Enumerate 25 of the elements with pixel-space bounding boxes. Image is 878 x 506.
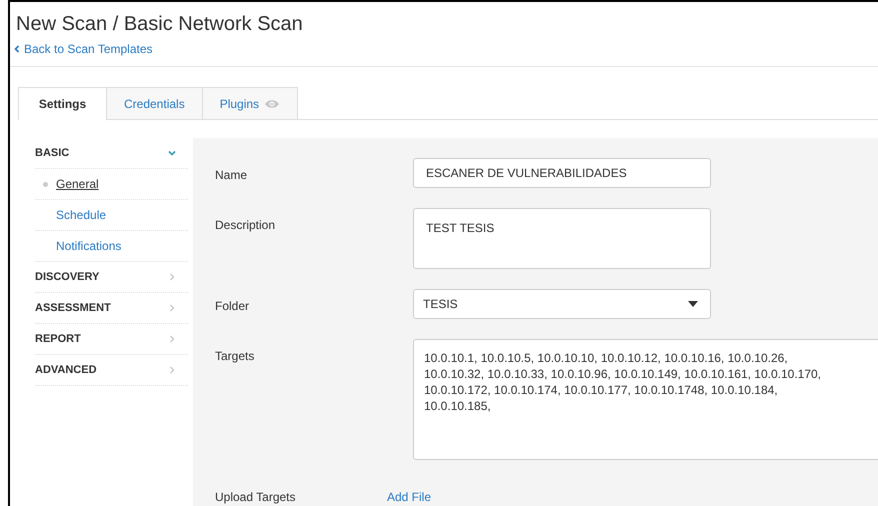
tab[interactable]: Plugins [202,87,298,119]
sidebar-item[interactable]: Schedule [35,200,188,231]
tab[interactable]: Credentials [106,87,203,119]
sidebar-section[interactable]: BASIC [35,138,188,169]
back-link[interactable]: Back to Scan Templates [14,42,153,56]
name-field[interactable]: ESCANER DE VULNERABILIDADES [413,158,711,188]
sidebar-section[interactable]: REPORT [35,324,188,355]
field-label: Folder [215,299,250,313]
sidebar-section[interactable]: ASSESSMENT [35,293,188,324]
add-file-link[interactable]: Add File [387,480,432,504]
page-title: New Scan / Basic Network Scan [16,12,303,36]
sidebar-item[interactable]: General [35,169,188,200]
caret-down-icon [688,301,698,307]
chevron-left-icon [14,45,20,53]
field-label: Targets [215,349,254,363]
field-label: Description [215,218,276,232]
description-field[interactable]: TEST TESIS [413,208,711,269]
field-label: Name [215,168,248,182]
sidebar-item[interactable]: Notifications [35,231,188,262]
field-label: Upload Targets [215,490,296,504]
tab[interactable]: Settings [18,87,107,120]
targets-field[interactable]: 10.0.10.1, 10.0.10.5, 10.0.10.10, 10.0.10.12, 10.0.10.16, 10.0.10.26, 10.0.10.32, 10.0.10.33, 10.0.10.96, 10.0.10.149, 10.0.10.161, 10.0.10.170, 10.0.10.172, 10.0.10.174, 10.0.10.177, 10.0.10.1748, 10.0.10.184, 10.0.10.185, [413,339,878,460]
sidebar-section[interactable]: DISCOVERY [35,262,188,293]
folder-dropdown[interactable]: TESIS [413,289,711,319]
sidebar-section[interactable]: ADVANCED [35,355,188,386]
